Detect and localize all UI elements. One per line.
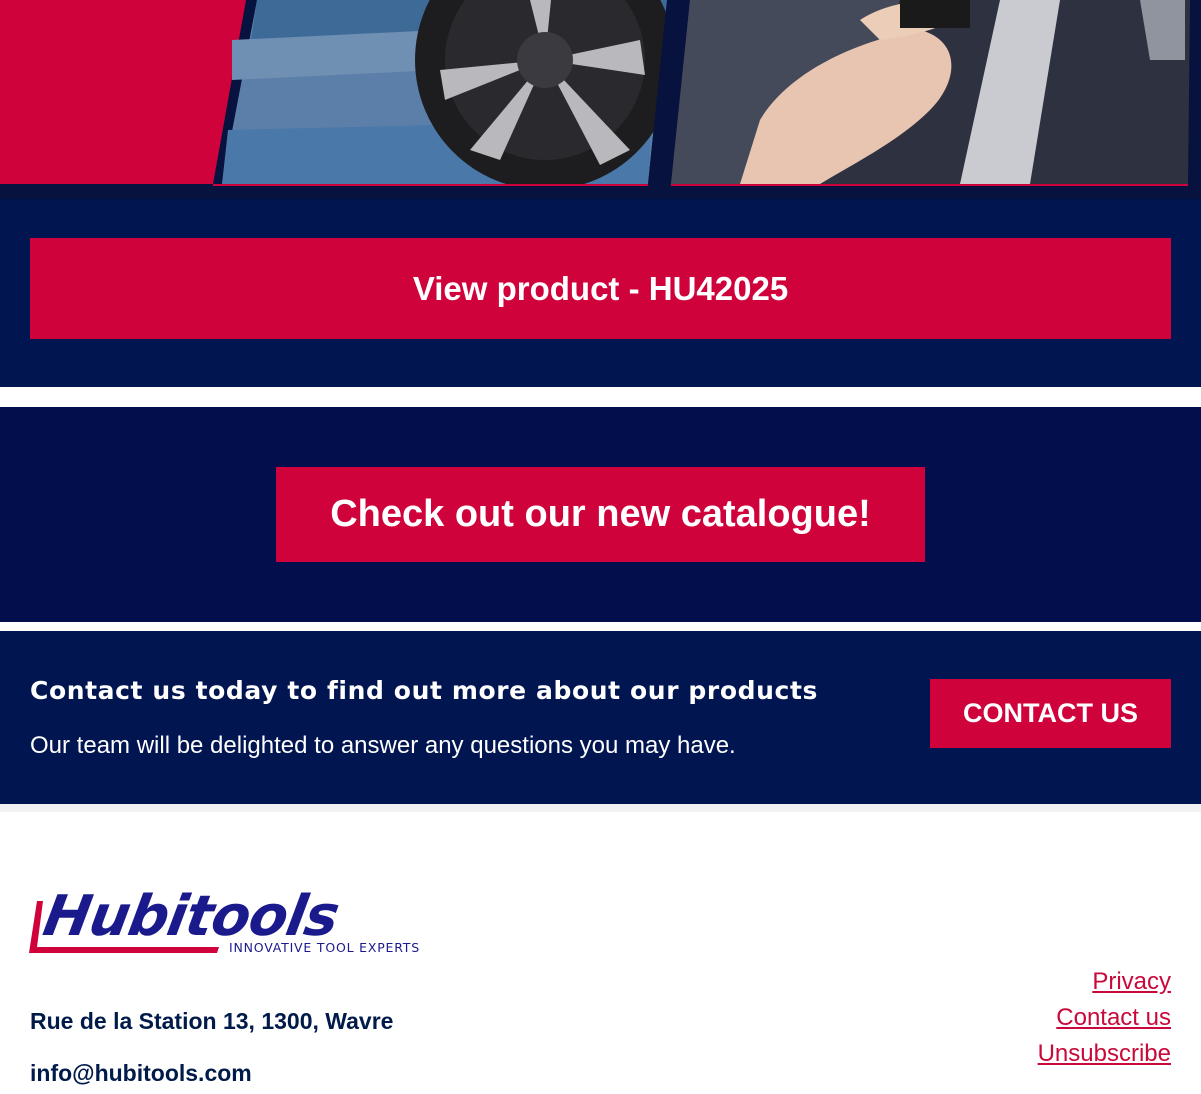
section-spacer bbox=[0, 387, 1201, 407]
footer-divider bbox=[0, 804, 1201, 812]
unsubscribe-link[interactable]: Unsubscribe bbox=[1038, 1036, 1171, 1072]
product-cta-section: View product - HU42025 bbox=[0, 199, 1201, 387]
contact-us-button[interactable]: CONTACT US bbox=[930, 679, 1171, 748]
privacy-link[interactable]: Privacy bbox=[1038, 964, 1171, 1000]
catalogue-button[interactable]: Check out our new catalogue! bbox=[276, 467, 925, 562]
red-accent-panel bbox=[0, 0, 246, 184]
contact-section: Contact us today to find out more about … bbox=[0, 631, 1201, 804]
contact-us-link[interactable]: Contact us bbox=[1038, 1000, 1171, 1036]
footer-links: Privacy Contact us Unsubscribe bbox=[1038, 964, 1171, 1072]
hero-illustration bbox=[0, 0, 1201, 199]
company-email[interactable]: info@hubitools.com bbox=[30, 1060, 252, 1087]
catalogue-section: Check out our new catalogue! bbox=[0, 407, 1201, 622]
company-address: Rue de la Station 13, 1300, Wavre bbox=[30, 1008, 394, 1034]
section-spacer bbox=[0, 622, 1201, 631]
contact-subtext: Our team will be delighted to answer any… bbox=[30, 732, 736, 759]
hubitools-logo[interactable]: Hubitools INNOVATIVE TOOL EXPERTS bbox=[29, 879, 474, 959]
hero-banner bbox=[0, 0, 1201, 199]
logo-tagline: INNOVATIVE TOOL EXPERTS bbox=[229, 940, 420, 955]
view-product-button[interactable]: View product - HU42025 bbox=[30, 238, 1171, 339]
wheel-photo bbox=[222, 0, 675, 190]
tool-photo bbox=[671, 0, 1190, 184]
footer: Hubitools INNOVATIVE TOOL EXPERTS Rue de… bbox=[0, 804, 1201, 1094]
contact-heading: Contact us today to find out more about … bbox=[30, 676, 818, 705]
